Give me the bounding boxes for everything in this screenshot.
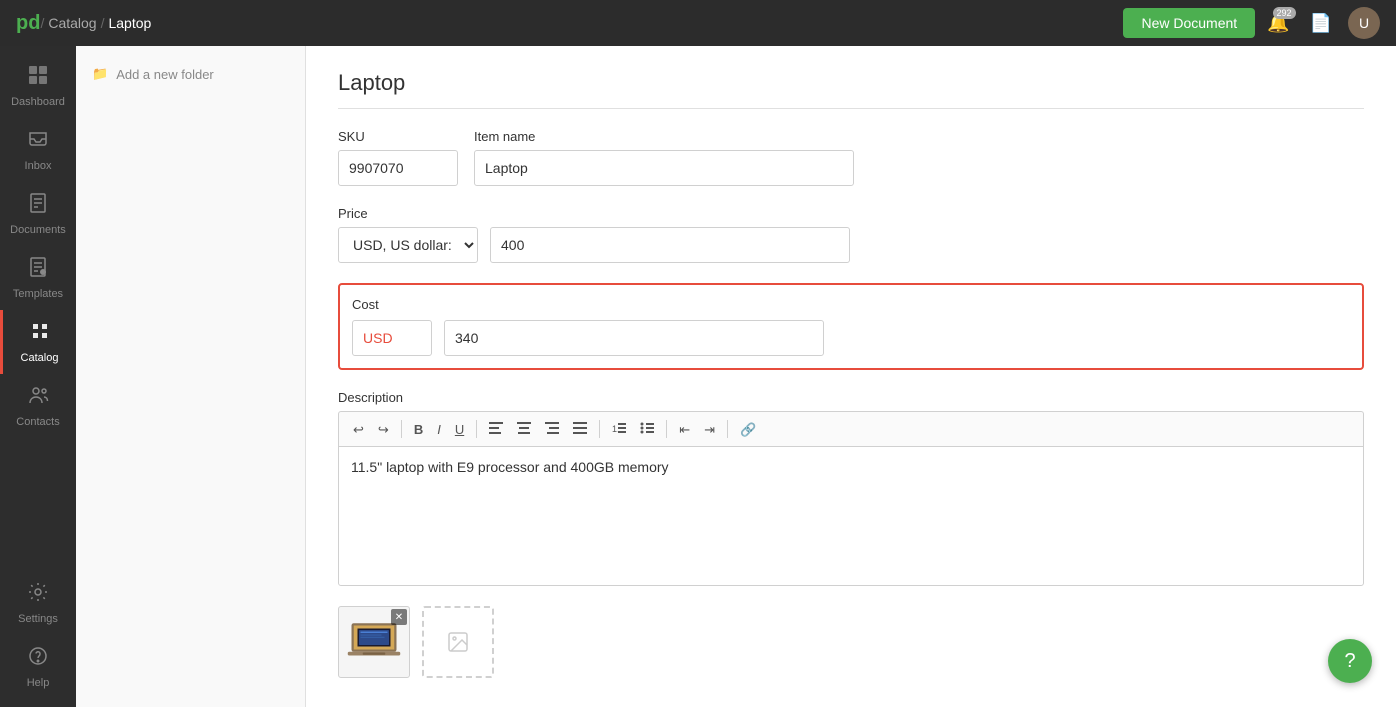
sidebar-item-catalog[interactable]: Catalog xyxy=(0,310,76,374)
second-panel: 📁 Add a new folder xyxy=(76,46,306,707)
outdent-button[interactable]: ⇤ xyxy=(673,419,696,440)
cost-value-input[interactable] xyxy=(444,320,824,356)
sku-input[interactable] xyxy=(338,150,458,186)
sidebar-label-contacts: Contacts xyxy=(16,416,59,428)
breadcrumb: / Catalog / Laptop xyxy=(40,15,151,31)
sidebar-label-settings: Settings xyxy=(18,613,58,625)
breadcrumb-catalog[interactable]: Catalog xyxy=(48,15,96,31)
image-delete-button[interactable]: ✕ xyxy=(391,609,407,625)
unordered-list-button[interactable] xyxy=(634,418,660,440)
editor-toolbar: ↩ ↪ B I U xyxy=(338,411,1364,446)
sidebar-bottom: Settings Help xyxy=(0,571,76,707)
notification-badge: 292 xyxy=(1273,7,1296,19)
main-content: Laptop SKU Item name Price USD, US dolla… xyxy=(306,46,1396,707)
breadcrumb-sep-2: / xyxy=(101,15,105,31)
image-placeholder-1[interactable] xyxy=(422,606,494,678)
price-row: USD, US dollar: EUR, Euro: GBP, British … xyxy=(338,227,858,263)
sidebar-label-templates: Templates xyxy=(13,288,63,300)
italic-button[interactable]: I xyxy=(431,419,447,440)
help-fab-button[interactable]: ? xyxy=(1328,639,1372,683)
sidebar-item-settings[interactable]: Settings xyxy=(0,571,76,635)
sidebar-item-contacts[interactable]: Contacts xyxy=(0,374,76,438)
price-currency-select[interactable]: USD, US dollar: EUR, Euro: GBP, British … xyxy=(338,227,478,263)
sku-name-row: SKU Item name xyxy=(338,129,1364,186)
cost-row xyxy=(352,320,1350,356)
breadcrumb-sep-1: / xyxy=(40,15,44,31)
sku-group: SKU xyxy=(338,129,458,186)
logo-area: pd xyxy=(16,12,40,35)
image-thumb-1[interactable]: ✕ xyxy=(338,606,410,678)
settings-icon xyxy=(27,581,49,609)
item-name-input[interactable] xyxy=(474,150,854,186)
align-right-button[interactable] xyxy=(539,418,565,440)
sku-label: SKU xyxy=(338,129,458,144)
justify-button[interactable] xyxy=(567,418,593,440)
add-folder-icon: 📁 xyxy=(92,66,108,82)
new-document-button[interactable]: New Document xyxy=(1123,8,1255,38)
add-folder-label: Add a new folder xyxy=(116,67,214,82)
underline-button[interactable]: U xyxy=(449,419,470,440)
description-text: 11.5" laptop with E9 processor and 400GB… xyxy=(351,459,669,475)
cost-label: Cost xyxy=(352,297,1350,312)
help-icon xyxy=(27,645,49,673)
docs-icon-button[interactable]: 📄 xyxy=(1302,9,1340,38)
undo-button[interactable]: ↩ xyxy=(347,419,370,440)
bold-button[interactable]: B xyxy=(408,419,429,440)
sidebar-label-dashboard: Dashboard xyxy=(11,96,65,108)
item-name-label: Item name xyxy=(474,129,874,144)
toolbar-sep-3 xyxy=(599,420,600,438)
toolbar-sep-1 xyxy=(401,420,402,438)
page-title: Laptop xyxy=(338,70,1364,109)
price-label: Price xyxy=(338,206,858,221)
sidebar: Dashboard Inbox Documents xyxy=(0,46,76,707)
catalog-icon xyxy=(29,320,51,348)
contacts-icon xyxy=(27,384,49,412)
align-center-button[interactable] xyxy=(511,418,537,440)
sidebar-item-templates[interactable]: Templates xyxy=(0,246,76,310)
sidebar-label-inbox: Inbox xyxy=(25,160,52,172)
ordered-list-button[interactable]: 1. xyxy=(606,418,632,440)
toolbar-sep-2 xyxy=(476,420,477,438)
link-button[interactable]: 🔗 xyxy=(734,419,762,440)
description-section: Description ↩ ↪ B I U xyxy=(338,390,1364,586)
inbox-icon xyxy=(27,128,49,156)
app-header: pd / Catalog / Laptop New Document 🔔 292… xyxy=(0,0,1396,46)
sidebar-item-documents[interactable]: Documents xyxy=(0,182,76,246)
toolbar-sep-4 xyxy=(666,420,667,438)
item-name-group: Item name xyxy=(474,129,874,186)
toolbar-sep-5 xyxy=(727,420,728,438)
images-row: ✕ xyxy=(338,606,1364,678)
avatar-initials: U xyxy=(1359,15,1369,31)
avatar[interactable]: U xyxy=(1348,7,1380,39)
sidebar-label-help: Help xyxy=(27,677,50,689)
sidebar-item-dashboard[interactable]: Dashboard xyxy=(0,54,76,118)
sidebar-item-inbox[interactable]: Inbox xyxy=(0,118,76,182)
help-fab-label: ? xyxy=(1344,650,1355,673)
description-label: Description xyxy=(338,390,1364,405)
price-value-input[interactable] xyxy=(490,227,850,263)
logo-icon: pd xyxy=(16,12,40,35)
cost-section: Cost xyxy=(338,283,1364,370)
notifications-button[interactable]: 🔔 292 xyxy=(1263,9,1293,38)
sidebar-item-help[interactable]: Help xyxy=(0,635,76,699)
add-folder-button[interactable]: 📁 Add a new folder xyxy=(76,58,305,90)
templates-icon xyxy=(27,256,49,284)
description-editor[interactable]: 11.5" laptop with E9 processor and 400GB… xyxy=(338,446,1364,586)
header-right: New Document 🔔 292 📄 U xyxy=(1123,7,1380,39)
documents-icon xyxy=(27,192,49,220)
indent-button[interactable]: ⇥ xyxy=(698,419,721,440)
sidebar-label-catalog: Catalog xyxy=(21,352,59,364)
align-left-button[interactable] xyxy=(483,418,509,440)
main-layout: Dashboard Inbox Documents xyxy=(0,46,1396,707)
redo-button[interactable]: ↪ xyxy=(372,419,395,440)
dashboard-icon xyxy=(27,64,49,92)
add-image-icon xyxy=(446,630,470,654)
price-group: Price USD, US dollar: EUR, Euro: GBP, Br… xyxy=(338,206,858,263)
cost-currency-input[interactable] xyxy=(352,320,432,356)
sidebar-label-documents: Documents xyxy=(10,224,66,236)
breadcrumb-laptop: Laptop xyxy=(108,15,151,31)
